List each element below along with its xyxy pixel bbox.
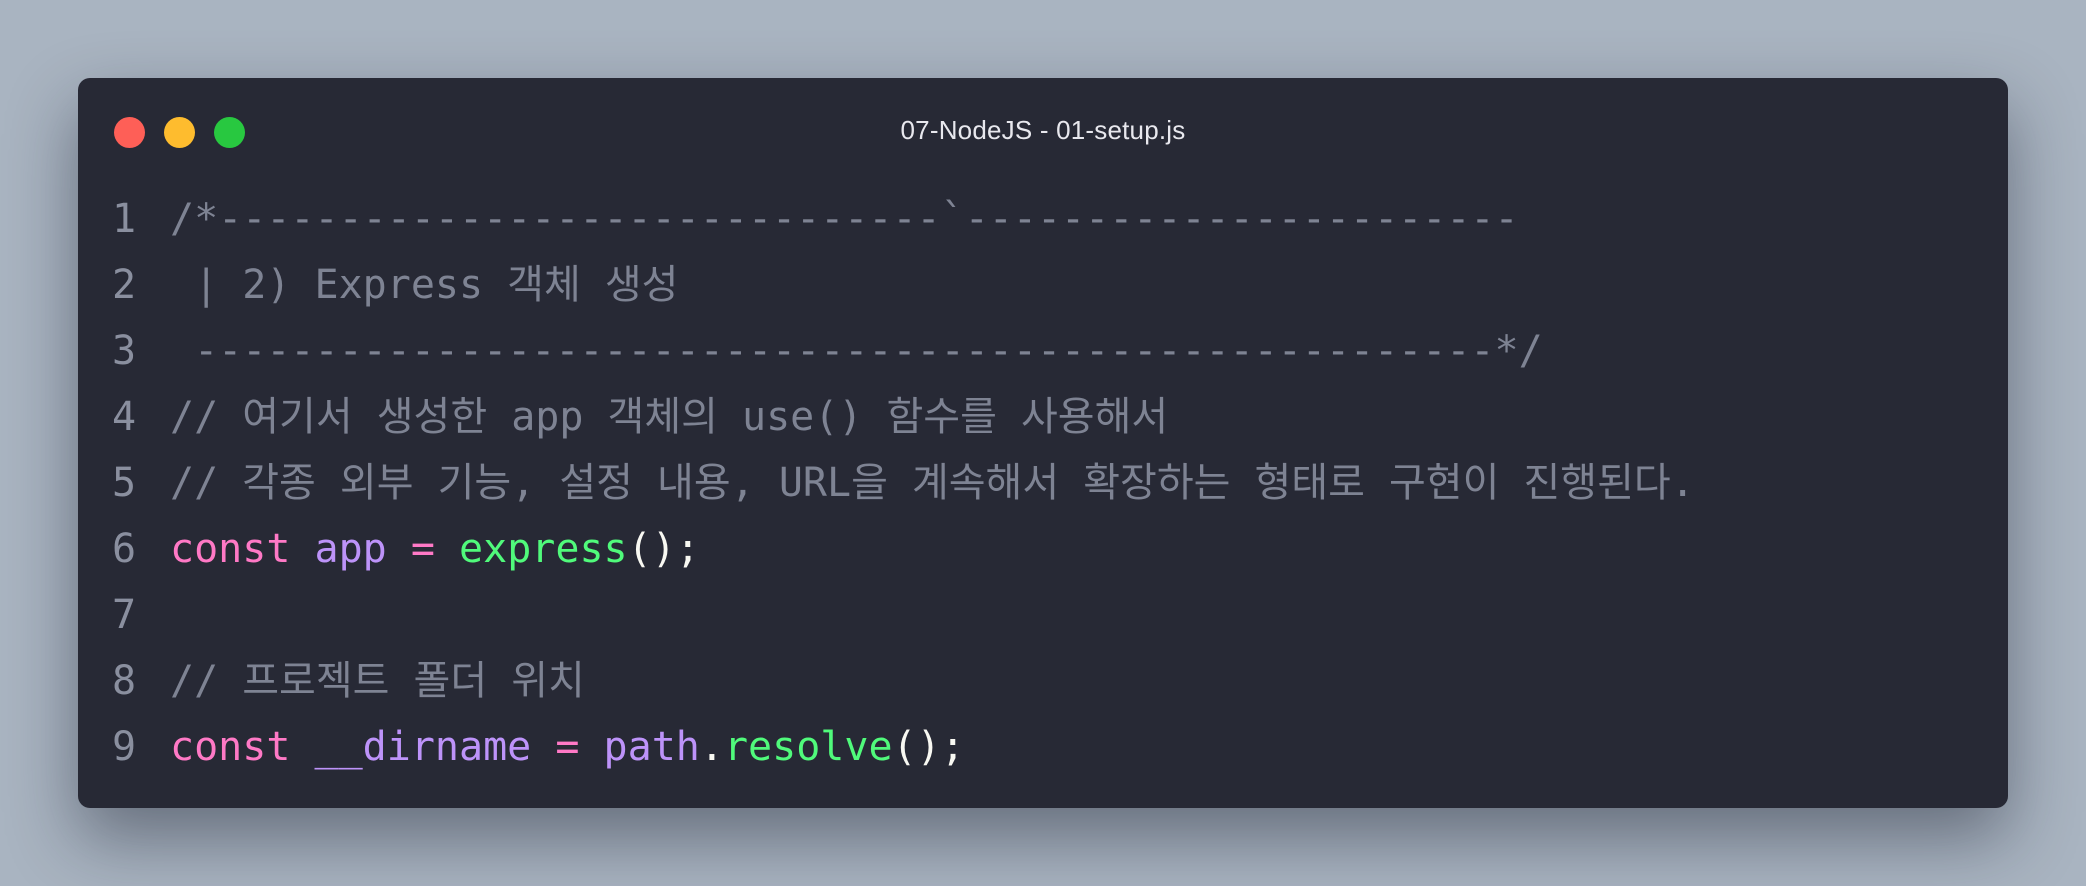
title-bar: 07-NodeJS - 01-setup.js bbox=[78, 78, 2008, 186]
token-comment: // 각종 외부 기능, 설정 내용, URL을 계속해서 확장하는 형태로 구… bbox=[170, 460, 1695, 506]
token-op: = bbox=[410, 526, 435, 572]
code-line: 6 const app = express(); bbox=[112, 516, 2008, 582]
code-line: 3 --------------------------------------… bbox=[112, 318, 2008, 384]
token-var: app bbox=[314, 526, 387, 572]
code-line: 8 // 프로젝트 폴더 위치 bbox=[112, 648, 2008, 714]
token-comment: ----------------------------------------… bbox=[170, 328, 1543, 374]
line-source: /*------------------------------`-------… bbox=[170, 186, 1519, 252]
line-number: 5 bbox=[112, 460, 137, 506]
line-source: // 각종 외부 기능, 설정 내용, URL을 계속해서 확장하는 형태로 구… bbox=[170, 450, 1695, 516]
token-keyword: const bbox=[170, 724, 291, 770]
line-number: 1 bbox=[112, 196, 137, 242]
token-comment: // 프로젝트 폴더 위치 bbox=[170, 658, 585, 704]
code-line: 4 // 여기서 생성한 app 객체의 use() 함수를 사용해서 bbox=[112, 384, 2008, 450]
token-keyword: const bbox=[170, 526, 291, 572]
line-source: const app = express(); bbox=[170, 516, 700, 582]
code-window: 07-NodeJS - 01-setup.js 1 /*-------------… bbox=[78, 78, 2008, 808]
line-source: | 2) Express 객체 생성 bbox=[170, 252, 678, 318]
token-var: __dirname bbox=[314, 724, 532, 770]
token-punc bbox=[531, 724, 555, 770]
line-source: // 여기서 생성한 app 객체의 use() 함수를 사용해서 bbox=[170, 384, 1168, 450]
code-editor[interactable]: 1 /*------------------------------`------… bbox=[78, 186, 2008, 780]
token-comment: /*------------------------------`-------… bbox=[170, 196, 1519, 242]
line-source: const __dirname = path.resolve(); bbox=[170, 714, 965, 780]
code-line: 5 // 각종 외부 기능, 설정 내용, URL을 계속해서 확장하는 형태로 … bbox=[112, 450, 2008, 516]
token-punc bbox=[387, 526, 411, 572]
token-op: = bbox=[555, 724, 580, 770]
line-number: 9 bbox=[112, 724, 137, 770]
line-number: 3 bbox=[112, 328, 137, 374]
token-punc bbox=[290, 724, 314, 770]
token-punc bbox=[435, 526, 459, 572]
token-punc: (); bbox=[892, 724, 965, 770]
line-source: ----------------------------------------… bbox=[170, 318, 1543, 384]
line-number: 4 bbox=[112, 394, 137, 440]
code-line: 7 bbox=[112, 582, 2008, 648]
token-var: path bbox=[603, 724, 700, 770]
token-punc: (); bbox=[627, 526, 700, 572]
line-number: 7 bbox=[112, 592, 137, 638]
window-title: 07-NodeJS - 01-setup.js bbox=[900, 115, 1186, 145]
line-source: // 프로젝트 폴더 위치 bbox=[170, 648, 585, 714]
token-punc bbox=[290, 526, 314, 572]
token-func: express bbox=[459, 526, 628, 572]
token-func: resolve bbox=[723, 724, 893, 770]
line-number: 2 bbox=[112, 262, 137, 308]
code-line: 2 | 2) Express 객체 생성 bbox=[112, 252, 2008, 318]
token-punc: . bbox=[699, 724, 724, 770]
token-punc bbox=[579, 724, 603, 770]
code-line: 9 const __dirname = path.resolve(); bbox=[112, 714, 2008, 780]
line-number: 8 bbox=[112, 658, 137, 704]
token-comment: // 여기서 생성한 app 객체의 use() 함수를 사용해서 bbox=[170, 394, 1169, 440]
code-line: 1 /*------------------------------`------… bbox=[112, 186, 2008, 252]
token-comment: | 2) Express 객체 생성 bbox=[170, 262, 679, 308]
line-number: 6 bbox=[112, 526, 137, 572]
